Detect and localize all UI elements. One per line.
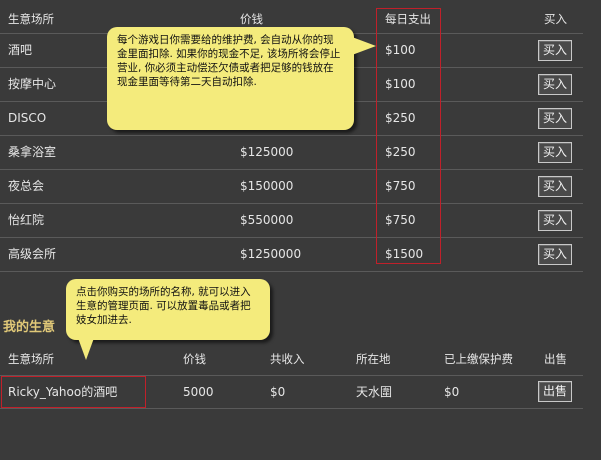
venue-name: 高级会所: [8, 247, 57, 261]
header-sell: 出售: [544, 352, 567, 366]
buy-button[interactable]: 买入: [538, 176, 573, 197]
business-protection-fee: $0: [444, 385, 460, 399]
tooltip-pointer: [78, 338, 94, 360]
manage-tooltip: 点击你购买的场所的名称, 就可以进入生意的管理页面. 可以放置毒品或者把妓女加进…: [66, 279, 270, 360]
tooltip-pointer: [352, 37, 376, 55]
venue-daily-cost: $100: [385, 43, 416, 57]
venue-name: DISCO: [8, 111, 47, 125]
manage-tooltip-text: 点击你购买的场所的名称, 就可以进入生意的管理页面. 可以放置毒品或者把妓女加进…: [76, 286, 251, 326]
buy-button[interactable]: 买入: [538, 244, 573, 265]
header-venue: 生意场所: [8, 352, 54, 366]
header-buy: 买入: [544, 12, 567, 26]
venue-name: 酒吧: [8, 43, 33, 57]
header-daily-cost: 每日支出: [385, 12, 431, 26]
venue-price: $1250000: [240, 247, 302, 261]
venue-row-yihong: 怡红院 $550000 $750 买入: [0, 204, 583, 238]
venue-name: 怡红院: [8, 213, 45, 227]
venue-row-sauna: 桑拿浴室 $125000 $250 买入: [0, 136, 583, 170]
venue-daily-cost: $1500: [385, 247, 424, 261]
venue-name: 桑拿浴室: [8, 145, 57, 159]
header-venue: 生意场所: [8, 12, 54, 26]
venue-daily-cost: $750: [385, 213, 416, 227]
venue-price: $550000: [240, 213, 294, 227]
header-location: 所在地: [356, 352, 391, 366]
venue-price: $150000: [240, 179, 294, 193]
header-protection-fee: 已上缴保护费: [444, 352, 513, 366]
business-row: Ricky_Yahoo的酒吧 5000 $0 天水圍 $0 出售: [0, 376, 583, 409]
venue-name: 按摩中心: [8, 77, 57, 91]
venue-price: $125000: [240, 145, 294, 159]
venue-daily-cost: $250: [385, 145, 416, 159]
venue-daily-cost: $100: [385, 77, 416, 91]
my-business-title: 我的生意: [3, 320, 56, 335]
buy-button[interactable]: 买入: [538, 210, 573, 231]
buy-button[interactable]: 买入: [538, 108, 573, 129]
business-location: 天水圍: [356, 385, 393, 399]
venue-row-club: 高级会所 $1250000 $1500 买入: [0, 238, 583, 272]
maintenance-tooltip: 每个游戏日你需要给的维护费, 会自动从你的现金里面扣除. 如果你的现金不足, 该…: [107, 27, 376, 130]
venue-daily-cost: $250: [385, 111, 416, 125]
business-income: $0: [270, 385, 286, 399]
buy-button[interactable]: 买入: [538, 142, 573, 163]
venue-row-nightclub: 夜总会 $150000 $750 买入: [0, 170, 583, 204]
business-name-link[interactable]: Ricky_Yahoo的酒吧: [8, 376, 117, 408]
buy-button[interactable]: 买入: [538, 40, 573, 61]
venue-daily-cost: $750: [385, 179, 416, 193]
buy-button[interactable]: 买入: [538, 74, 573, 95]
header-income: 共收入: [270, 352, 305, 366]
venue-name: 夜总会: [8, 179, 45, 193]
header-price: 价钱: [183, 352, 206, 366]
sell-button[interactable]: 出售: [538, 381, 573, 402]
business-price: 5000: [183, 385, 214, 399]
maintenance-tooltip-text: 每个游戏日你需要给的维护费, 会自动从你的现金里面扣除. 如果你的现金不足, 该…: [117, 34, 341, 88]
